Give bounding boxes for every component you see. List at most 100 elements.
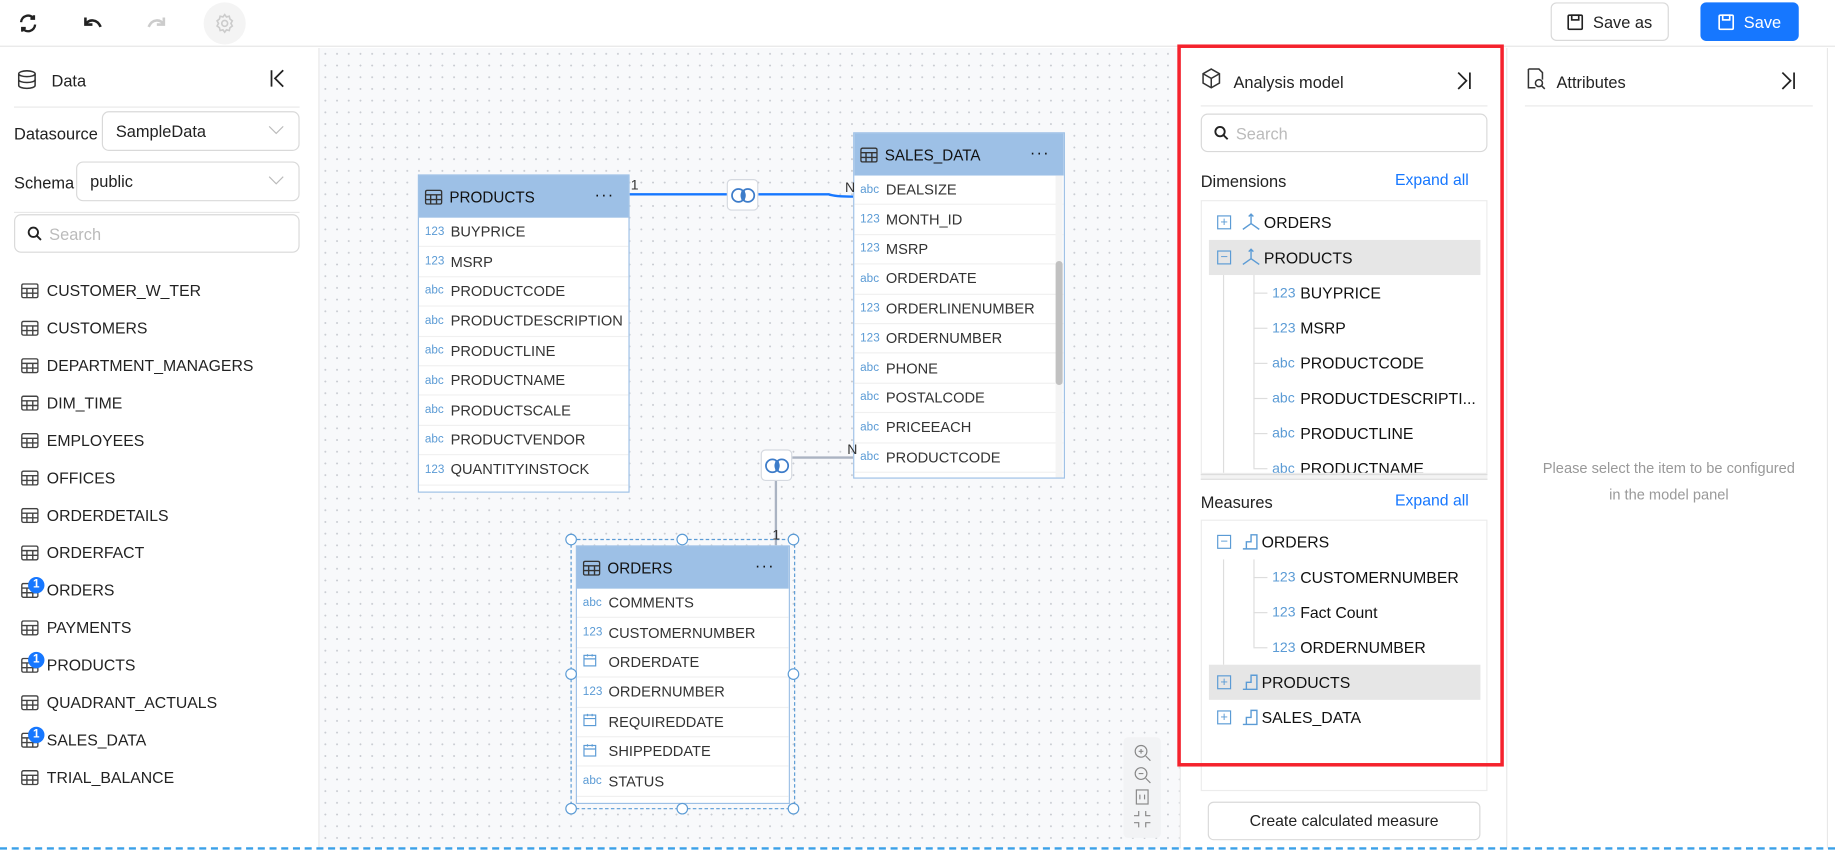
collapse-right-icon[interactable] xyxy=(1779,70,1798,97)
tree-leaf[interactable]: abc PRODUCTCODE xyxy=(1272,345,1483,380)
table-list-item[interactable]: TRIAL_BALANCE xyxy=(21,763,174,791)
field-row[interactable]: SHIPPEDDATE xyxy=(576,737,789,767)
expand-icon[interactable]: + xyxy=(1217,710,1232,725)
field-row[interactable]: 123 MSRP xyxy=(418,247,629,278)
field-row[interactable]: 123 ORDERLINENUMBER xyxy=(854,294,1064,325)
expand-icon[interactable]: + xyxy=(1217,215,1232,230)
zoom-out-icon[interactable] xyxy=(1133,765,1152,784)
field-row[interactable]: abc PHONE xyxy=(854,354,1064,384)
field-row[interactable]: 123 MSRP xyxy=(854,235,1064,265)
entity-table[interactable]: PRODUCTS ··· 123 BUYPRICE 123 MSRP abc PRODUCTC… xyxy=(417,174,630,493)
table-list-item[interactable]: EMPLOYEES xyxy=(21,426,144,454)
table-list-item[interactable]: PAYMENTS xyxy=(21,613,131,641)
tree-leaf[interactable]: 123 BUYPRICE xyxy=(1272,275,1483,310)
table-list-item[interactable]: CUSTOMER_W_TER xyxy=(21,276,201,304)
field-row[interactable]: 123 MONTH_ID xyxy=(854,205,1064,235)
save-button[interactable]: Save xyxy=(1700,2,1799,41)
join-icon-orders-sales[interactable] xyxy=(760,449,793,481)
collapse-view-icon[interactable] xyxy=(1133,810,1152,829)
tree-node[interactable]: + PRODUCTS xyxy=(1208,664,1481,700)
resize-handle[interactable] xyxy=(676,533,689,546)
schema-select[interactable]: public xyxy=(76,161,300,202)
resize-handle[interactable] xyxy=(787,668,800,680)
tree-node[interactable]: + SALES_DATA xyxy=(1209,700,1481,735)
entity-table[interactable]: SALES_DATA ··· abc DEALSIZE 123 MONTH_ID 123 MS… xyxy=(853,132,1065,479)
field-row[interactable]: abcPRODUCTLINE xyxy=(418,337,629,367)
table-list-item[interactable]: 1 SALES_DATA xyxy=(21,726,146,754)
field-row[interactable]: 123 ORDERNUMBER xyxy=(576,678,789,708)
scrollbar-thumb[interactable] xyxy=(1055,260,1063,386)
field-row[interactable]: REQUIREDDATE xyxy=(576,708,789,738)
field-row[interactable]: abc DEALSIZE xyxy=(854,176,1064,206)
save-as-button[interactable]: Save as xyxy=(1550,2,1669,41)
tree-node[interactable]: − ORDERS xyxy=(1209,524,1481,559)
entity-table-header[interactable]: ORDERS ··· xyxy=(576,546,789,589)
field-row[interactable]: abc PRODUCTCODE xyxy=(854,443,1064,473)
field-row[interactable]: abc PRODUCTSCALE xyxy=(418,396,629,426)
zoom-in-icon[interactable] xyxy=(1133,743,1152,762)
table-list-item[interactable]: 1 ORDERS xyxy=(21,576,114,604)
field-row[interactable]: 123 QUANTITYINSTOCK xyxy=(418,455,629,486)
entity-table-header[interactable]: PRODUCTS ··· xyxy=(418,175,629,218)
datasource-select[interactable]: SampleData xyxy=(101,111,300,151)
table-list-item[interactable]: ORDERDETAILS xyxy=(21,501,169,529)
collapse-right-icon[interactable] xyxy=(1455,70,1474,97)
field-row[interactable]: abc ORDERDATE xyxy=(854,265,1064,295)
field-row[interactable]: abc PRICEEACH xyxy=(854,413,1064,443)
table-list-item[interactable]: OFFICES xyxy=(21,463,115,491)
tree-leaf[interactable]: 123 CUSTOMERNUMBER xyxy=(1272,559,1483,594)
tree-leaf[interactable]: abc PRODUCTLINE xyxy=(1272,415,1483,450)
model-canvas[interactable]: PRODUCTS ··· 123 BUYPRICE 123 MSRP abc PRODUCTC… xyxy=(319,47,1180,849)
scrollbar[interactable] xyxy=(1055,175,1063,478)
field-row[interactable]: abc COMMENTS xyxy=(576,589,789,619)
gear-icon[interactable] xyxy=(203,2,246,45)
entity-table[interactable]: ORDERS ··· abc COMMENTS 123 CUSTOMERNUMBER ORD… xyxy=(575,545,790,804)
table-list-item[interactable]: QUADRANT_ACTUALS xyxy=(21,688,217,716)
table-list-item[interactable]: 1 PRODUCTS xyxy=(21,651,135,679)
measures-expand-all[interactable]: Expand all xyxy=(1395,492,1469,510)
tree-leaf[interactable]: 123 ORDERNUMBER xyxy=(1272,630,1483,665)
resize-handle[interactable] xyxy=(565,802,577,815)
model-search-input[interactable]: Search xyxy=(1200,113,1488,153)
tree-node[interactable]: − PRODUCTS xyxy=(1208,239,1481,276)
field-row[interactable]: abc POSTALCODE xyxy=(854,384,1064,414)
field-row[interactable]: abc STATUS xyxy=(576,767,789,797)
resize-handle[interactable] xyxy=(565,668,577,680)
expand-icon[interactable]: + xyxy=(1217,675,1232,690)
table-list-item[interactable]: DEPARTMENT_MANAGERS xyxy=(21,351,253,379)
join-icon-products-sales[interactable] xyxy=(726,179,759,211)
tree-splitter[interactable] xyxy=(1200,473,1488,480)
collapse-icon[interactable]: − xyxy=(1217,534,1232,549)
fit-view-icon[interactable] xyxy=(1133,788,1152,807)
tree-node[interactable]: + ORDERS xyxy=(1209,205,1481,240)
field-row[interactable]: abcPRODUCTLINE xyxy=(854,473,1063,478)
field-row[interactable]: abc PRODUCTVENDOR xyxy=(418,426,629,456)
more-icon[interactable]: ··· xyxy=(755,556,775,575)
tree-leaf[interactable]: 123 Fact Count xyxy=(1272,595,1483,630)
collapse-left-icon[interactable] xyxy=(268,68,287,95)
field-row[interactable]: 123 CUSTOMERNUMBER xyxy=(576,618,789,649)
create-calculated-measure-button[interactable]: Create calculated measure xyxy=(1207,801,1481,841)
field-row[interactable]: 123 ORDERNUMBER xyxy=(854,324,1064,354)
redo-icon[interactable] xyxy=(140,7,173,40)
field-row[interactable]: abc PRODUCTCODE xyxy=(418,277,629,307)
table-list-item[interactable]: CUSTOMERS xyxy=(21,314,147,342)
tree-leaf[interactable]: abc PRODUCTNAME xyxy=(1272,451,1483,472)
table-search-input[interactable]: Search xyxy=(14,214,300,253)
tree-leaf[interactable]: 123 MSRP xyxy=(1272,310,1483,345)
dimensions-expand-all[interactable]: Expand all xyxy=(1395,171,1469,189)
table-list-item[interactable]: ORDERFACT xyxy=(21,538,144,566)
more-icon[interactable]: ··· xyxy=(595,185,615,204)
undo-icon[interactable] xyxy=(76,7,109,40)
tree-leaf[interactable]: abc PRODUCTDESCRIPTI... xyxy=(1272,380,1483,415)
field-row[interactable]: abc PRODUCTDESCRIPTION xyxy=(418,307,629,337)
resize-handle[interactable] xyxy=(565,533,577,546)
refresh-icon[interactable] xyxy=(12,7,45,40)
resize-handle[interactable] xyxy=(676,802,689,815)
resize-handle[interactable] xyxy=(787,802,800,815)
resize-handle[interactable] xyxy=(787,533,800,546)
more-icon[interactable]: ··· xyxy=(1030,143,1050,162)
field-row[interactable]: abc PRODUCTNAME xyxy=(418,366,629,396)
entity-table-header[interactable]: SALES_DATA ··· xyxy=(854,133,1064,176)
collapse-icon[interactable]: − xyxy=(1217,250,1232,265)
